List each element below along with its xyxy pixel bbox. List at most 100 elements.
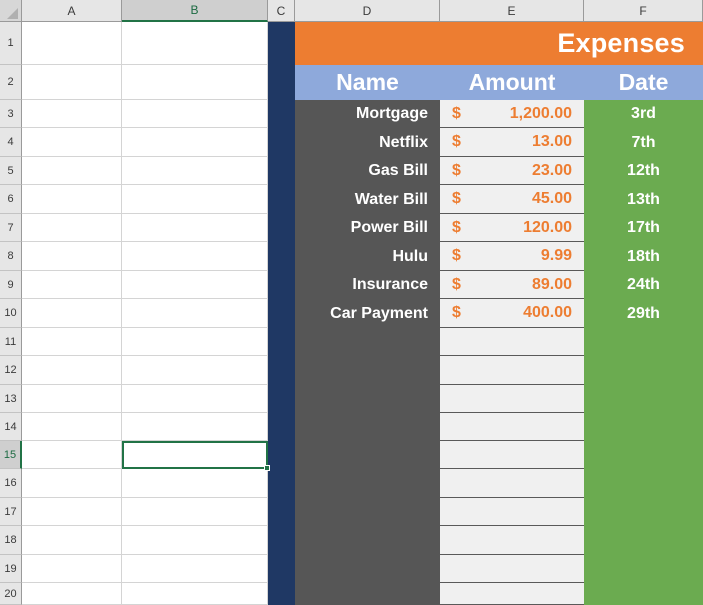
- cell-A10[interactable]: [22, 299, 122, 328]
- expense-name-cell[interactable]: Water Bill: [295, 185, 440, 214]
- row-header-10[interactable]: 10: [0, 299, 22, 328]
- cell-A19[interactable]: [22, 555, 122, 583]
- row-header-2[interactable]: 2: [0, 65, 22, 100]
- expense-amount-cell-empty[interactable]: [440, 385, 584, 413]
- cell-A6[interactable]: [22, 185, 122, 214]
- row-header-15[interactable]: 15: [0, 441, 22, 469]
- cell-B13[interactable]: [122, 385, 268, 413]
- row-header-20[interactable]: 20: [0, 583, 22, 605]
- cell-B14[interactable]: [122, 413, 268, 441]
- row-header-17[interactable]: 17: [0, 498, 22, 526]
- cell-A13[interactable]: [22, 385, 122, 413]
- cell-A8[interactable]: [22, 242, 122, 271]
- cell-A7[interactable]: [22, 214, 122, 242]
- row-header-13[interactable]: 13: [0, 385, 22, 413]
- column-header-c[interactable]: C: [268, 0, 295, 22]
- column-header-f[interactable]: F: [584, 0, 703, 22]
- cell-B8[interactable]: [122, 242, 268, 271]
- cell-A2[interactable]: [22, 65, 122, 100]
- cell-B9[interactable]: [122, 271, 268, 299]
- cell-B19[interactable]: [122, 555, 268, 583]
- cell-A15[interactable]: [22, 441, 122, 469]
- row-header-18[interactable]: 18: [0, 526, 22, 555]
- row-header-9[interactable]: 9: [0, 271, 22, 299]
- spacer-column-c[interactable]: [268, 22, 295, 605]
- expense-name-cell[interactable]: Mortgage: [295, 100, 440, 128]
- expense-name-cell[interactable]: Insurance: [295, 271, 440, 299]
- column-header-a[interactable]: A: [22, 0, 122, 22]
- cell-B12[interactable]: [122, 356, 268, 385]
- row-header-12[interactable]: 12: [0, 356, 22, 385]
- table-header-name[interactable]: Name: [295, 65, 440, 100]
- column-header-e[interactable]: E: [440, 0, 584, 22]
- cell-A14[interactable]: [22, 413, 122, 441]
- expense-date-cell[interactable]: 7th: [584, 128, 703, 157]
- row-header-11[interactable]: 11: [0, 328, 22, 356]
- expense-amount-cell-empty[interactable]: [440, 526, 584, 555]
- cell-A11[interactable]: [22, 328, 122, 356]
- cell-A9[interactable]: [22, 271, 122, 299]
- expense-amount-cell-empty[interactable]: [440, 356, 584, 385]
- expense-date-cell[interactable]: 17th: [584, 214, 703, 242]
- cell-A3[interactable]: [22, 100, 122, 128]
- row-header-3[interactable]: 3: [0, 100, 22, 128]
- expense-amount-cell-empty[interactable]: [440, 469, 584, 498]
- expense-date-cell[interactable]: 12th: [584, 157, 703, 185]
- expense-date-cell[interactable]: 29th: [584, 299, 703, 328]
- expense-amount-cell-empty[interactable]: [440, 555, 584, 583]
- cell-A16[interactable]: [22, 469, 122, 498]
- expense-amount-cell[interactable]: $1,200.00: [440, 100, 584, 128]
- row-header-19[interactable]: 19: [0, 555, 22, 583]
- expense-amount-cell[interactable]: $400.00: [440, 299, 584, 328]
- cell-B5[interactable]: [122, 157, 268, 185]
- expense-date-cell[interactable]: 18th: [584, 242, 703, 271]
- expense-amount-cell-empty[interactable]: [440, 413, 584, 441]
- table-title-banner[interactable]: Expenses: [295, 22, 703, 65]
- row-header-4[interactable]: 4: [0, 128, 22, 157]
- select-all-corner[interactable]: [0, 0, 22, 22]
- row-header-8[interactable]: 8: [0, 242, 22, 271]
- row-header-5[interactable]: 5: [0, 157, 22, 185]
- cell-B2[interactable]: [122, 65, 268, 100]
- cell-B18[interactable]: [122, 526, 268, 555]
- expense-name-cell[interactable]: Power Bill: [295, 214, 440, 242]
- expense-date-cell[interactable]: 24th: [584, 271, 703, 299]
- expense-amount-cell[interactable]: $9.99: [440, 242, 584, 271]
- cell-B7[interactable]: [122, 214, 268, 242]
- expense-amount-cell[interactable]: $45.00: [440, 185, 584, 214]
- cell-B17[interactable]: [122, 498, 268, 526]
- cell-A12[interactable]: [22, 356, 122, 385]
- table-header-date[interactable]: Date: [584, 65, 703, 100]
- expense-name-cell[interactable]: Hulu: [295, 242, 440, 271]
- expense-amount-cell[interactable]: $89.00: [440, 271, 584, 299]
- expense-amount-cell-empty[interactable]: [440, 328, 584, 356]
- row-header-14[interactable]: 14: [0, 413, 22, 441]
- fill-handle[interactable]: [264, 465, 270, 471]
- column-header-b[interactable]: B: [122, 0, 268, 22]
- expense-date-cell[interactable]: 3rd: [584, 100, 703, 128]
- cell-A5[interactable]: [22, 157, 122, 185]
- cell-B11[interactable]: [122, 328, 268, 356]
- expense-date-cell[interactable]: 13th: [584, 185, 703, 214]
- expense-name-cell[interactable]: Car Payment: [295, 299, 440, 328]
- cell-A17[interactable]: [22, 498, 122, 526]
- expense-amount-cell[interactable]: $23.00: [440, 157, 584, 185]
- expense-amount-cell[interactable]: $120.00: [440, 214, 584, 242]
- cell-A18[interactable]: [22, 526, 122, 555]
- expense-amount-cell-empty[interactable]: [440, 441, 584, 469]
- cell-B4[interactable]: [122, 128, 268, 157]
- active-cell-b15[interactable]: [122, 441, 268, 469]
- row-header-1[interactable]: 1: [0, 22, 22, 65]
- cell-B16[interactable]: [122, 469, 268, 498]
- table-header-amount[interactable]: Amount: [440, 65, 584, 100]
- cell-B3[interactable]: [122, 100, 268, 128]
- cell-A20[interactable]: [22, 583, 122, 605]
- cell-B1[interactable]: [122, 22, 268, 65]
- expense-name-cell[interactable]: Gas Bill: [295, 157, 440, 185]
- cell-A1[interactable]: [22, 22, 122, 65]
- cell-B20[interactable]: [122, 583, 268, 605]
- expense-amount-cell-empty[interactable]: [440, 583, 584, 605]
- expense-amount-cell[interactable]: $13.00: [440, 128, 584, 157]
- expense-amount-cell-empty[interactable]: [440, 498, 584, 526]
- row-header-6[interactable]: 6: [0, 185, 22, 214]
